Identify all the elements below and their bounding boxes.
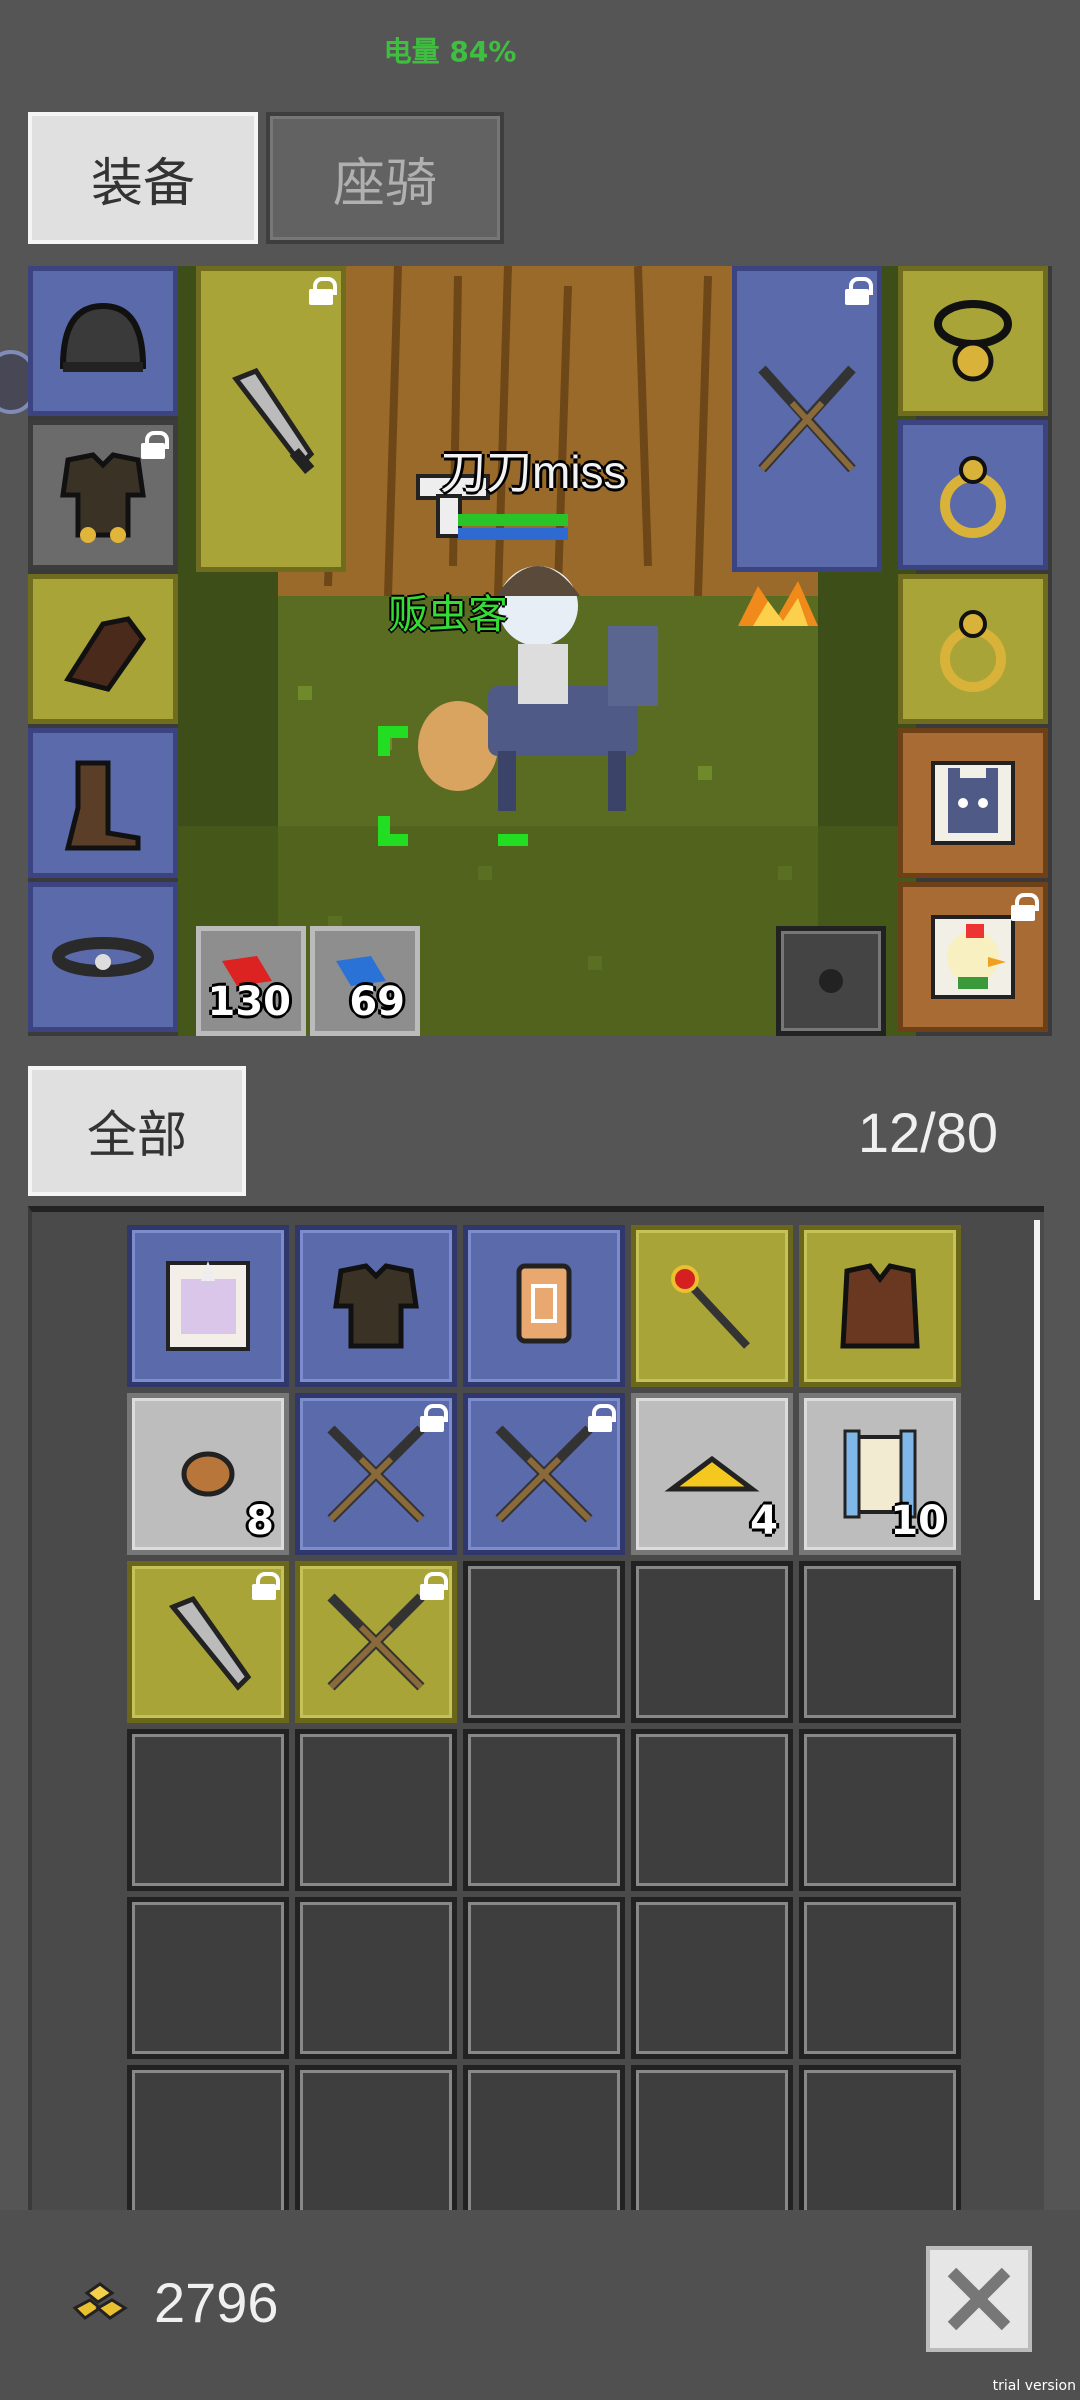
inventory-panel: 8 4 10 [28,1206,1044,2210]
inventory-slot[interactable] [463,1897,625,2059]
skill-icon [819,969,843,993]
equipment-panel: 刀刀miss 贩虫客 130 69 [28,266,1052,1036]
weapon-slot[interactable] [196,266,346,572]
inventory-slot[interactable] [295,1561,457,1723]
skill-slot[interactable] [776,926,886,1036]
gold-icon [72,2281,128,2320]
lock-icon [141,431,169,459]
belt-slot[interactable] [28,882,178,1032]
lock-icon [845,277,873,305]
ruby-staff-icon [671,1265,750,1349]
leather-vest-icon [840,1263,920,1349]
inventory-slot[interactable] [463,2065,625,2210]
tab-mount[interactable]: 座骑 [266,112,504,244]
close-button[interactable] [926,2246,1032,2352]
inventory-slot[interactable] [799,1897,961,2059]
player-name: 刀刀miss [440,446,627,498]
unicorn-card-icon [166,1261,250,1351]
crossed-spears-icon [758,365,856,473]
offhand-slot[interactable] [732,266,882,572]
inventory-slot[interactable] [463,1561,625,1723]
donkey-mount-icon [931,761,1015,845]
inventory-grid: 8 4 10 [124,1222,964,2210]
inventory-slot[interactable] [127,2065,289,2210]
ring-icon [940,456,1006,538]
mount-slot[interactable] [898,728,1048,878]
inventory-slot[interactable] [295,1393,457,1555]
pet-slot[interactable] [898,882,1048,1032]
boots-slot[interactable] [28,728,178,878]
inventory-slot[interactable] [295,1225,457,1387]
inventory-slot[interactable] [463,1393,625,1555]
item-count: 8 [246,1498,274,1544]
lock-icon [588,1404,616,1432]
inventory-slot[interactable] [799,1729,961,1891]
lock-icon [1011,893,1039,921]
ring-icon [940,610,1006,692]
mp-potion-slot[interactable]: 69 [310,926,420,1036]
inventory-slot[interactable] [799,2065,961,2210]
tab-equipment[interactable]: 装备 [28,112,258,244]
gold-display: 2796 [70,2270,279,2335]
item-count: 10 [890,1498,946,1544]
helmet-slot[interactable] [28,266,178,416]
gloves-slot[interactable] [28,574,178,724]
hp-potion-count: 130 [207,979,292,1025]
crossed-spears-icon [327,1593,425,1691]
gold-amount: 2796 [154,2271,279,2334]
close-icon [947,2267,1011,2331]
amulet-icon [934,300,1012,382]
ring-slot-1[interactable] [898,420,1048,570]
gloves-icon [64,616,147,692]
helmet-icon [59,302,147,372]
boots-icon [64,760,141,851]
lock-icon [309,277,337,305]
inventory-slot[interactable] [799,1561,961,1723]
inventory-slot[interactable] [295,2065,457,2210]
npc-name[interactable]: 贩虫客 [388,582,508,640]
inventory-slot[interactable] [631,1897,793,2059]
inventory-slot[interactable] [127,1225,289,1387]
dagger-icon [168,1595,252,1691]
crossed-spears-icon [495,1425,593,1523]
belt-icon [52,937,154,977]
inventory-slot[interactable] [631,1561,793,1723]
chest-armor-icon [333,1263,419,1349]
mp-potion-count: 69 [349,979,405,1025]
inventory-slot[interactable] [127,1897,289,2059]
ring-slot-2[interactable] [898,574,1048,724]
filter-all-tab[interactable]: 全部 [28,1066,246,1196]
inventory-slot[interactable] [631,1729,793,1891]
inventory-slot[interactable] [295,1729,457,1891]
inventory-slot[interactable] [127,1729,289,1891]
inventory-slot[interactable]: 8 [127,1393,289,1555]
lock-icon [420,1404,448,1432]
inventory-slot[interactable] [295,1897,457,2059]
inventory-capacity: 12/80 [857,1101,998,1164]
inventory-slot[interactable]: 10 [799,1393,961,1555]
amulet-slot[interactable] [898,266,1048,416]
inventory-slot[interactable]: 4 [631,1393,793,1555]
item-count: 4 [750,1498,778,1544]
crossed-spears-icon [327,1425,425,1523]
inventory-slot[interactable] [463,1225,625,1387]
battery-status: 电量 84% [383,35,517,68]
dagger-icon [232,367,315,475]
armor-slot[interactable] [28,420,178,570]
inventory-slot[interactable] [463,1729,625,1891]
inventory-slot[interactable] [799,1225,961,1387]
hp-potion-slot[interactable]: 130 [196,926,306,1036]
trial-watermark: trial version [992,2378,1076,2394]
inventory-slot[interactable] [631,2065,793,2210]
inventory-slot[interactable] [631,1225,793,1387]
lock-icon [420,1572,448,1600]
inventory-slot[interactable] [127,1561,289,1723]
scrollbar[interactable] [1034,1220,1040,1600]
scroll-card-icon [516,1263,572,1344]
lock-icon [252,1572,280,1600]
